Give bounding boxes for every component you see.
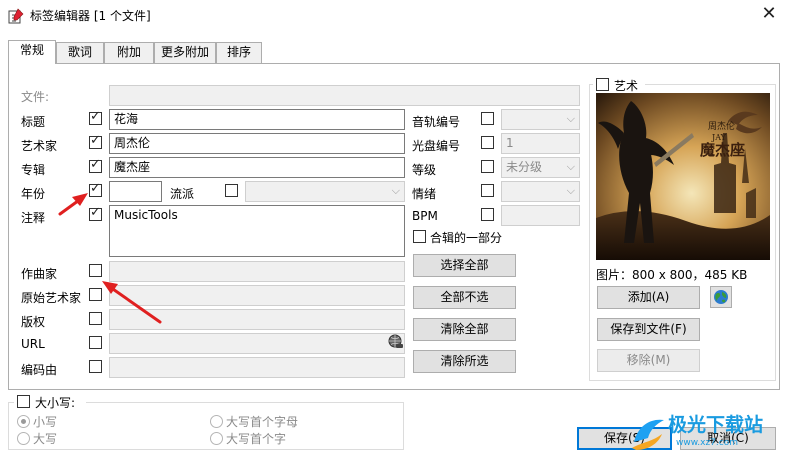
- original-artist-field: [109, 285, 405, 306]
- chevron-down-icon: ⌵: [391, 184, 400, 197]
- tab-more-extra[interactable]: 更多附加: [154, 42, 216, 63]
- encoded-by-field: [109, 357, 405, 378]
- cover-artist-text: 周杰伦: [708, 120, 735, 132]
- chevron-down-icon: ⌵: [566, 184, 575, 197]
- artist-field[interactable]: 周杰伦: [109, 133, 405, 154]
- title-checkbox[interactable]: [89, 109, 102, 125]
- watermark-text: 极光下载站: [668, 414, 764, 436]
- track-checkbox[interactable]: [481, 112, 494, 125]
- radio-capitalize-first-letter[interactable]: [210, 415, 223, 428]
- image-info: 图片：800 x 800，485 KB: [596, 268, 748, 282]
- case-checkbox[interactable]: [17, 395, 30, 408]
- watermark-url: www.xz7.com: [676, 438, 738, 448]
- artist-label: 艺术家: [21, 139, 58, 153]
- year-checkbox[interactable]: [89, 181, 102, 197]
- close-icon[interactable]: ✕: [756, 4, 782, 26]
- tag-editor-icon: [8, 8, 24, 24]
- comment-checkbox[interactable]: [89, 205, 102, 221]
- url-checkbox[interactable]: [89, 336, 102, 349]
- year-field[interactable]: [109, 181, 162, 202]
- case-group-header: 大小写:: [14, 393, 86, 410]
- globe-icon[interactable]: [710, 286, 732, 308]
- composer-label: 作曲家: [21, 267, 58, 281]
- encoded-by-label: 编码由: [21, 363, 58, 377]
- composer-checkbox[interactable]: [89, 264, 102, 277]
- tab-extra[interactable]: 附加: [104, 42, 154, 63]
- mood-dropdown[interactable]: ⌵: [501, 181, 580, 202]
- artist-checkbox[interactable]: [89, 133, 102, 149]
- copyright-checkbox[interactable]: [89, 312, 102, 325]
- chevron-down-icon: ⌵: [566, 160, 575, 173]
- art-label: 艺术: [614, 79, 639, 93]
- radio-capitalize-first-word[interactable]: [210, 432, 223, 445]
- chevron-down-icon: ⌵: [566, 112, 575, 125]
- original-artist-checkbox[interactable]: [89, 288, 102, 301]
- encoded-by-checkbox[interactable]: [89, 360, 102, 373]
- mood-label: 情绪: [412, 187, 437, 201]
- album-field[interactable]: 魔杰座: [109, 157, 405, 178]
- album-checkbox[interactable]: [89, 157, 102, 173]
- radio-uppercase-label: 大写: [33, 432, 58, 446]
- bpm-label: BPM: [412, 209, 438, 223]
- watermark-logo-icon: [632, 419, 664, 450]
- year-label: 年份: [21, 187, 46, 201]
- art-checkbox[interactable]: [596, 78, 609, 91]
- copyright-field: [109, 309, 405, 330]
- album-cover-art: 周杰伦 JAY 魔杰座: [596, 93, 770, 260]
- title-label: 标题: [21, 115, 46, 129]
- tab-general[interactable]: 常规: [8, 40, 56, 64]
- web-link-icon[interactable]: [388, 334, 404, 350]
- title-field[interactable]: 花海: [109, 109, 405, 130]
- select-all-button[interactable]: 选择全部: [413, 254, 516, 277]
- genre-dropdown[interactable]: ⌵: [245, 181, 405, 202]
- comment-field[interactable]: MusicTools: [109, 205, 405, 257]
- original-artist-label: 原始艺术家: [21, 291, 82, 305]
- comment-label: 注释: [21, 211, 46, 225]
- radio-uppercase[interactable]: [17, 432, 30, 445]
- radio-lowercase[interactable]: [17, 415, 30, 428]
- rating-value: 未分级: [506, 160, 543, 174]
- url-label: URL: [21, 337, 45, 351]
- copyright-label: 版权: [21, 315, 46, 329]
- bpm-checkbox[interactable]: [481, 208, 494, 221]
- clear-selected-button[interactable]: 清除所选: [413, 350, 516, 373]
- deselect-all-button[interactable]: 全部不选: [413, 286, 516, 309]
- case-label: 大小写:: [35, 396, 76, 410]
- add-image-button[interactable]: 添加(A): [597, 286, 700, 309]
- radio-capitalize-first-letter-label: 大写首个字母: [226, 415, 299, 429]
- tab-sort[interactable]: 排序: [216, 42, 262, 63]
- radio-capitalize-first-word-label: 大写首个字: [226, 432, 287, 446]
- window-title: 标签编辑器 [1 个文件]: [30, 9, 151, 23]
- art-group-header: 艺术: [593, 76, 645, 93]
- track-label: 音轨编号: [412, 115, 461, 129]
- rating-checkbox[interactable]: [481, 160, 494, 173]
- composer-field: [109, 261, 405, 282]
- cover-title-text: 魔杰座: [700, 141, 745, 159]
- genre-label: 流派: [170, 187, 195, 201]
- watermark: 极光下载站 www.xz7.com: [620, 404, 786, 461]
- disc-label: 光盘编号: [412, 139, 461, 153]
- file-path-field: [109, 85, 580, 106]
- album-cover-image: 周杰伦 JAY 魔杰座: [596, 93, 770, 260]
- remove-image-button[interactable]: 移除(M): [597, 349, 700, 372]
- tab-lyrics[interactable]: 歌词: [56, 42, 104, 63]
- rating-label: 等级: [412, 163, 437, 177]
- save-to-file-button[interactable]: 保存到文件(F): [597, 318, 700, 341]
- url-field: [109, 333, 405, 354]
- mood-checkbox[interactable]: [481, 184, 494, 197]
- title-bar: 标签编辑器 [1 个文件] ✕: [0, 0, 786, 32]
- rating-dropdown[interactable]: 未分级 ⌵: [501, 157, 580, 178]
- disc-field: 1: [501, 133, 580, 154]
- album-label: 专辑: [21, 163, 46, 177]
- genre-checkbox[interactable]: [225, 184, 238, 197]
- bpm-field: [501, 205, 580, 226]
- compilation-checkbox[interactable]: [413, 230, 426, 243]
- radio-lowercase-label: 小写: [33, 415, 58, 429]
- file-label: 文件:: [21, 90, 50, 104]
- disc-checkbox[interactable]: [481, 136, 494, 149]
- compilation-label: 合辑的一部分: [430, 231, 503, 245]
- clear-all-button[interactable]: 清除全部: [413, 318, 516, 341]
- track-dropdown[interactable]: ⌵: [501, 109, 580, 130]
